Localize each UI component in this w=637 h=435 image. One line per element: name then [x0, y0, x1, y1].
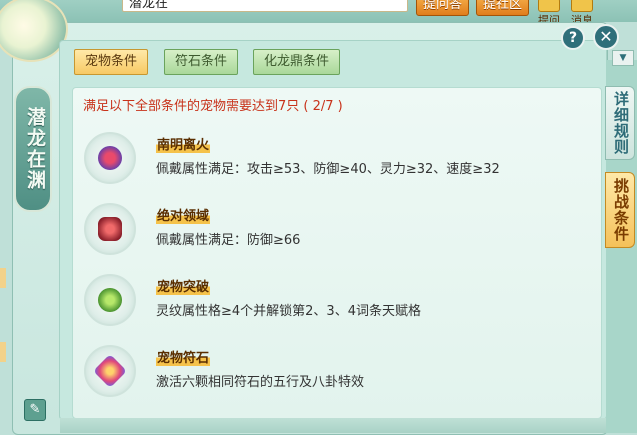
- close-button[interactable]: ✕: [593, 24, 619, 50]
- bottom-background-strip: [60, 418, 606, 433]
- red-armor-icon: [84, 203, 136, 255]
- condition-desc: 激活六颗相同符石的五行及八卦特效: [156, 375, 365, 390]
- tab-challenge-conditions[interactable]: 挑战条件: [605, 172, 635, 248]
- tab-detailed-rules[interactable]: 详细规则: [605, 86, 635, 160]
- list-item: 宠物突破 灵纹属性格≥4个并解锁第2、3、4词条天赋格: [84, 274, 564, 336]
- edit-icon[interactable]: ✎: [24, 399, 46, 421]
- panel-side-title: 潜龙在渊: [14, 86, 52, 212]
- condition-name: 宠物突破: [156, 276, 211, 295]
- left-edge-tab: [0, 268, 6, 288]
- left-edge-tab: [0, 342, 6, 362]
- crown-ring-icon: [84, 132, 136, 184]
- message-icon: [571, 0, 593, 12]
- condition-name: 绝对领域: [156, 205, 211, 224]
- list-item: 绝对领域 佩戴属性满足：防御≥66: [84, 203, 564, 265]
- condition-desc: 灵纹属性格≥4个并解锁第2、3、4词条天赋格: [156, 304, 421, 319]
- list-item: 南明离火 佩戴属性满足：攻击≥53、防御≥40、灵力≥32、速度≥32: [84, 132, 564, 194]
- condition-desc: 佩戴属性满足：攻击≥53、防御≥40、灵力≥32、速度≥32: [156, 162, 500, 177]
- rune-stone-icon: [84, 345, 136, 397]
- tab-pet-conditions[interactable]: 宠物条件: [74, 49, 149, 75]
- question-bubble-icon: [538, 0, 560, 12]
- condition-desc: 佩戴属性满足：防御≥66: [156, 233, 301, 248]
- green-gourd-icon: [84, 274, 136, 326]
- tab-dragon-cauldron-conditions[interactable]: 化龙鼎条件: [253, 49, 341, 75]
- ask-button[interactable]: 提问答: [416, 0, 470, 16]
- chevron-down-icon[interactable]: ▼: [612, 50, 634, 66]
- search-input[interactable]: 潜龙在: [122, 0, 408, 12]
- progress-summary: 满足以下全部条件的宠物需要达到7只 ( 2/7 ): [83, 99, 343, 114]
- condition-name: 南明离火: [156, 134, 211, 153]
- community-button[interactable]: 提社区: [476, 0, 530, 16]
- tab-rune-conditions[interactable]: 符石条件: [164, 49, 239, 75]
- list-item: 宠物符石 激活六颗相同符石的五行及八卦特效: [84, 345, 564, 407]
- condition-name: 宠物符石: [156, 347, 211, 366]
- help-button[interactable]: ?: [561, 26, 585, 50]
